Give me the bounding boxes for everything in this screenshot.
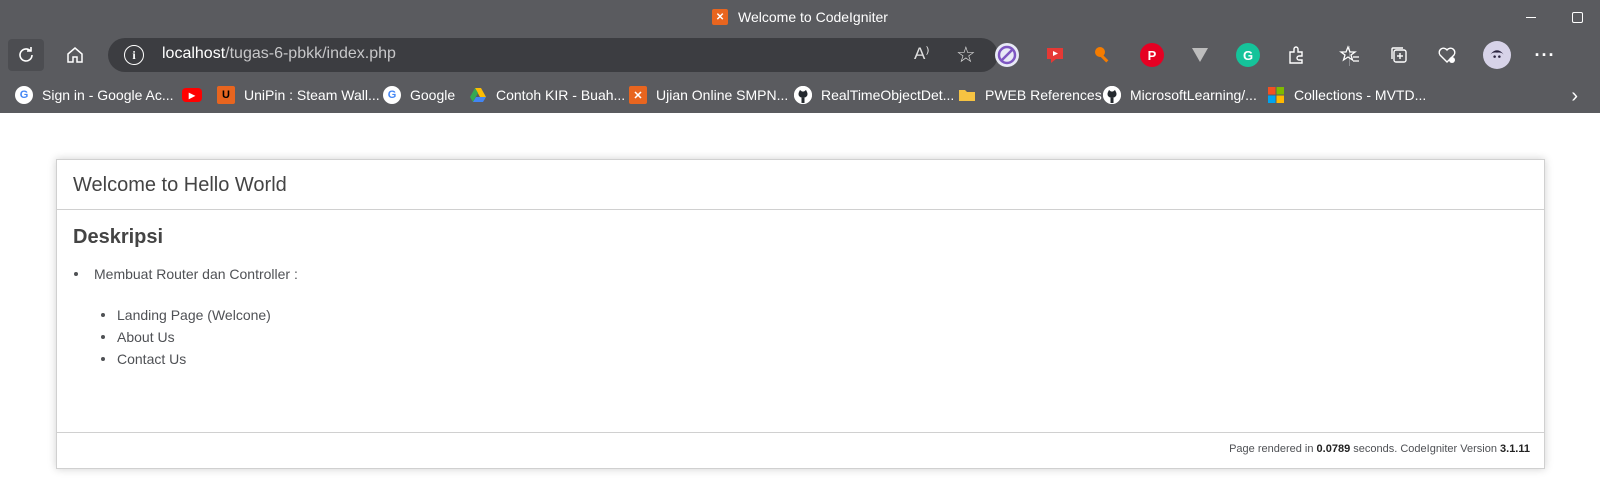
- main-list: Membuat Router dan Controller :: [73, 266, 298, 282]
- youtube-icon: ▶: [182, 88, 202, 102]
- home-icon: [67, 47, 83, 63]
- restore-button[interactable]: [1554, 0, 1600, 34]
- bookmark-item[interactable]: Collections - MVTD...: [1267, 84, 1426, 106]
- bookmark-label: RealTimeObjectDet...: [821, 87, 955, 103]
- ext-2-icon[interactable]: [1043, 43, 1067, 67]
- list-item: Membuat Router dan Controller :: [73, 266, 298, 282]
- content-container: Welcome to Hello World Deskripsi Membuat…: [56, 159, 1545, 469]
- collections-icon[interactable]: [1387, 43, 1411, 67]
- bookmark-label: Collections - MVTD...: [1294, 87, 1427, 103]
- favorites-icon[interactable]: [1338, 43, 1362, 67]
- unipin-icon: U: [217, 86, 235, 104]
- ext-3-icon[interactable]: [1091, 43, 1115, 67]
- footer-version: 3.1.11: [1500, 443, 1530, 455]
- title-bar: ✕ Welcome to CodeIgniter: [0, 0, 1600, 34]
- footer-render-time: 0.0789: [1316, 443, 1351, 455]
- url-path: /tugas-6-pbkk/index.php: [225, 45, 396, 62]
- settings-more-icon[interactable]: ···: [1533, 43, 1557, 67]
- bookmark-item[interactable]: ▶: [182, 84, 211, 106]
- minimize-button[interactable]: [1508, 0, 1554, 34]
- pinterest-icon[interactable]: P: [1140, 43, 1164, 67]
- page-footer: Page rendered in 0.0789 seconds. CodeIgn…: [1229, 443, 1530, 455]
- list-item: Contact Us: [101, 348, 271, 370]
- github-icon: [794, 86, 812, 104]
- browser-toolbar: i localhost/tugas-6-pbkk/index.php A⁾ ☆ …: [0, 34, 1600, 76]
- sub-list: Landing Page (Welcone) About Us Contact …: [101, 304, 271, 370]
- bookmarks-overflow-chevron-icon[interactable]: ›: [1571, 85, 1578, 108]
- section-title: Deskripsi: [73, 226, 164, 248]
- bookmark-item[interactable]: G Google: [383, 84, 455, 106]
- footer-prefix: Page rendered in: [1229, 443, 1317, 455]
- drive-icon: [469, 86, 487, 104]
- ext-5-icon[interactable]: [1188, 43, 1212, 67]
- bookmark-item[interactable]: PWEB References: [958, 84, 1102, 106]
- bookmark-label: Sign in - Google Ac...: [42, 87, 174, 103]
- list-item: About Us: [101, 326, 271, 348]
- window-title: ✕ Welcome to CodeIgniter: [0, 0, 1600, 34]
- list-item-text: Contact Us: [117, 351, 187, 367]
- bookmark-item[interactable]: G Sign in - Google Ac...: [15, 84, 174, 106]
- address-bar[interactable]: i localhost/tugas-6-pbkk/index.php A⁾ ☆: [108, 38, 998, 72]
- bookmark-item[interactable]: Contoh KIR - Buah...: [469, 84, 625, 106]
- bookmark-label: UniPin : Steam Wall...: [244, 87, 380, 103]
- extensions-icon[interactable]: [1284, 43, 1308, 67]
- home-button[interactable]: [57, 39, 93, 71]
- bookmark-item[interactable]: ✕ Ujian Online SMPN...: [629, 84, 788, 106]
- bookmark-label: Google: [410, 87, 456, 103]
- bookmark-item[interactable]: MicrosoftLearning/...: [1103, 84, 1257, 106]
- window-title-text: Welcome to CodeIgniter: [738, 9, 888, 25]
- ext-1-icon[interactable]: [995, 43, 1019, 67]
- footer-mid-text: seconds. CodeIgniter Version: [1350, 443, 1501, 455]
- bookmark-label: Contoh KIR - Buah...: [496, 87, 626, 103]
- profile-avatar[interactable]: [1483, 41, 1511, 69]
- bookmark-label: PWEB References: [985, 87, 1102, 103]
- list-item-text: Landing Page (Welcone): [117, 307, 271, 323]
- favorite-star-icon[interactable]: ☆: [956, 42, 976, 68]
- list-item: Landing Page (Welcone): [101, 304, 271, 326]
- url-host: localhost: [162, 45, 226, 62]
- xampp-icon: ✕: [629, 86, 647, 104]
- bookmark-item[interactable]: U UniPin : Steam Wall...: [217, 84, 380, 106]
- browser-essentials-icon[interactable]: [1435, 43, 1459, 67]
- google-icon: G: [383, 86, 401, 104]
- google-icon: G: [15, 86, 33, 104]
- github-icon: [1103, 86, 1121, 104]
- heading-divider: [57, 209, 1544, 210]
- bullet-icon: [101, 357, 105, 361]
- bullet-icon: [101, 335, 105, 339]
- microsoft-icon: [1267, 86, 1285, 104]
- grammarly-icon[interactable]: G: [1236, 43, 1260, 67]
- site-info-icon[interactable]: i: [124, 45, 144, 65]
- reload-icon: [19, 47, 33, 62]
- footer-divider: [57, 432, 1544, 433]
- folder-icon: [958, 86, 976, 104]
- bookmark-item[interactable]: RealTimeObjectDet...: [794, 84, 954, 106]
- reload-button[interactable]: [8, 39, 44, 71]
- list-item-text: Membuat Router dan Controller :: [94, 266, 298, 282]
- page-heading: Welcome to Hello World: [73, 174, 287, 196]
- read-aloud-icon[interactable]: A⁾: [914, 44, 930, 64]
- xampp-favicon-icon: ✕: [712, 9, 729, 25]
- bullet-icon: [101, 313, 105, 317]
- url-text[interactable]: localhost/tugas-6-pbkk/index.php: [162, 45, 396, 63]
- bullet-icon: [74, 272, 78, 276]
- bookmark-label: Ujian Online SMPN...: [656, 87, 789, 103]
- bookmarks-bar: G Sign in - Google Ac... ▶ U UniPin : St…: [0, 76, 1600, 113]
- bookmark-label: MicrosoftLearning/...: [1130, 87, 1257, 103]
- list-item-text: About Us: [117, 329, 175, 345]
